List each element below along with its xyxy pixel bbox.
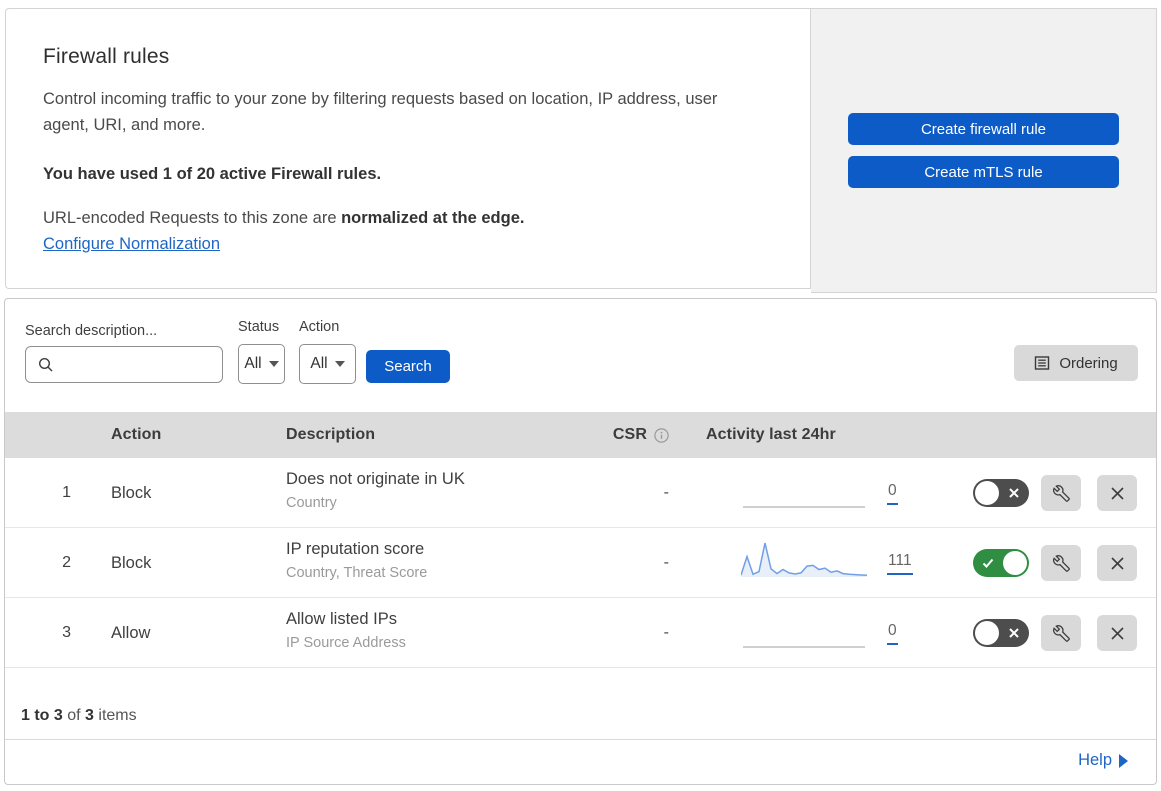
rule-description: Does not originate in UK Country <box>286 470 586 511</box>
column-header-action: Action <box>111 426 162 443</box>
create-firewall-rule-button[interactable]: Create firewall rule <box>848 113 1119 145</box>
delete-rule-button[interactable] <box>1097 545 1137 581</box>
rule-action: Block <box>111 554 152 572</box>
status-filter-value: All <box>244 355 262 372</box>
pagination-of: of <box>67 707 81 724</box>
column-header-csr: CSR <box>561 412 669 458</box>
rule-action: Allow <box>111 624 151 642</box>
pagination-total: 3 <box>85 707 94 724</box>
wrench-icon <box>1052 554 1070 572</box>
page-description: Control incoming traffic to your zone by… <box>43 90 718 134</box>
configure-normalization-link[interactable]: Configure Normalization <box>43 235 220 253</box>
create-mtls-rule-button[interactable]: Create mTLS rule <box>848 156 1119 188</box>
rule-description: Allow listed IPs IP Source Address <box>286 610 586 651</box>
firewall-rules-list-card: Search description... Status All Action … <box>4 298 1157 785</box>
rule-description-title: Allow listed IPs <box>286 610 397 628</box>
activity-sparkline <box>741 540 867 580</box>
rule-description-title: Does not originate in UK <box>286 470 465 488</box>
rule-priority: 1 <box>62 484 71 501</box>
search-icon <box>38 357 54 373</box>
check-icon <box>982 557 994 569</box>
toggle-knob <box>1003 551 1027 575</box>
search-description-input[interactable] <box>25 346 223 383</box>
edit-rule-button[interactable] <box>1041 615 1081 651</box>
pagination-summary: 1 to 3 of 3 items <box>21 707 137 725</box>
actions-panel: Create firewall rule Create mTLS rule <box>811 8 1157 293</box>
pagination-items: items <box>98 707 137 724</box>
table-row: 3 Allow Allow listed IPs IP Source Addre… <box>5 598 1156 668</box>
rule-csr-value: - <box>663 484 669 501</box>
x-icon <box>1008 627 1020 639</box>
info-icon[interactable] <box>654 427 669 443</box>
rule-enabled-toggle[interactable] <box>973 619 1029 647</box>
rule-description-title: IP reputation score <box>286 540 425 558</box>
toggle-knob <box>975 481 999 505</box>
rule-enabled-toggle[interactable] <box>973 549 1029 577</box>
ordering-button-label: Ordering <box>1059 354 1118 372</box>
rule-fields: Country, Threat Score <box>286 565 428 581</box>
pagination-range: 1 to 3 <box>21 707 63 724</box>
x-icon <box>1008 487 1020 499</box>
chevron-down-icon <box>334 361 345 367</box>
column-header-description: Description <box>286 426 376 443</box>
chevron-down-icon <box>268 361 279 367</box>
ordering-list-icon <box>1034 355 1050 371</box>
status-filter-select[interactable]: All <box>238 344 285 384</box>
delete-rule-button[interactable] <box>1097 475 1137 511</box>
activity-count-link[interactable]: 0 <box>887 482 898 505</box>
search-description-label: Search description... <box>25 323 158 339</box>
edit-rule-button[interactable] <box>1041 545 1081 581</box>
help-link[interactable]: Help <box>1078 751 1128 770</box>
usage-count-text: You have used 1 of 20 active Firewall ru… <box>43 165 382 183</box>
action-filter-value: All <box>310 355 328 372</box>
column-header-activity: Activity last 24hr <box>706 426 836 443</box>
delete-rule-button[interactable] <box>1097 615 1137 651</box>
normalization-text: URL-encoded Requests to this zone are no… <box>43 209 755 228</box>
rule-enabled-toggle[interactable] <box>973 479 1029 507</box>
rule-csr-value: - <box>663 624 669 641</box>
search-button[interactable]: Search <box>366 350 450 383</box>
normalization-text-bold: normalized at the edge. <box>341 209 525 227</box>
close-icon <box>1110 486 1125 501</box>
arrow-right-icon <box>1119 753 1128 768</box>
rule-action: Block <box>111 484 152 502</box>
close-icon <box>1110 556 1125 571</box>
footer-divider <box>5 739 1156 740</box>
page-title: Firewall rules <box>43 45 170 68</box>
help-link-label: Help <box>1078 751 1112 769</box>
close-icon <box>1110 626 1125 641</box>
table-header: Action Description CSR Activity last 24h… <box>5 412 1156 458</box>
activity-sparkline <box>741 610 867 650</box>
rule-priority: 3 <box>62 624 71 641</box>
activity-sparkline <box>741 470 867 510</box>
rule-description: IP reputation score Country, Threat Scor… <box>286 540 586 581</box>
rule-fields: IP Source Address <box>286 635 406 651</box>
toggle-knob <box>975 621 999 645</box>
activity-count-link[interactable]: 111 <box>887 552 913 575</box>
action-filter-label: Action <box>299 319 340 335</box>
edit-rule-button[interactable] <box>1041 475 1081 511</box>
rule-fields: Country <box>286 495 337 511</box>
wrench-icon <box>1052 624 1070 642</box>
column-header-csr-label: CSR <box>612 426 647 443</box>
firewall-rules-header-card: Firewall rules Control incoming traffic … <box>5 8 811 289</box>
wrench-icon <box>1052 484 1070 502</box>
status-filter-label: Status <box>238 319 280 335</box>
activity-count-link[interactable]: 0 <box>887 622 898 645</box>
table-row: 1 Block Does not originate in UK Country… <box>5 458 1156 528</box>
rule-csr-value: - <box>663 554 669 571</box>
ordering-button[interactable]: Ordering <box>1014 345 1138 381</box>
rule-priority: 2 <box>62 554 71 571</box>
normalization-text-prefix: URL-encoded Requests to this zone are <box>43 209 342 227</box>
table-row: 2 Block IP reputation score Country, Thr… <box>5 528 1156 598</box>
action-filter-select[interactable]: All <box>299 344 356 384</box>
